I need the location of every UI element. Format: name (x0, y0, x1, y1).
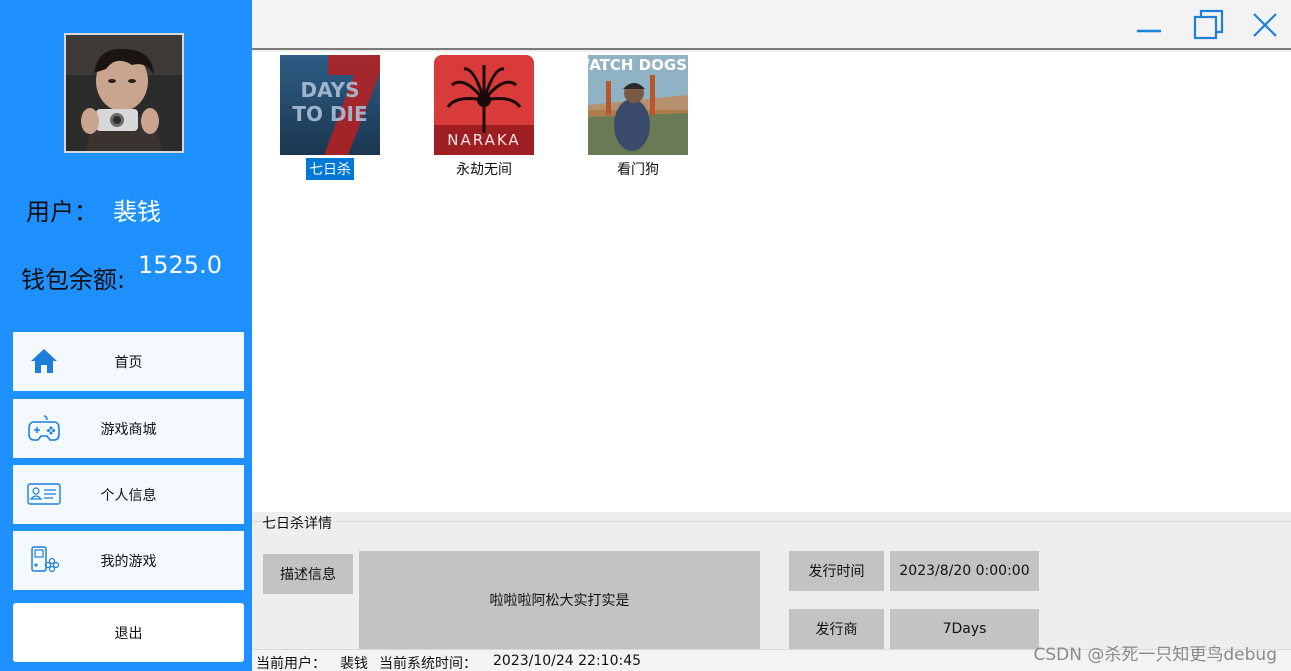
game-name: 七日杀 (306, 158, 354, 180)
game-cover-watch-dogs-2: WATCH DOGS 2 (588, 55, 688, 155)
game-item-naraka[interactable]: NARAKA 永劫无间 (434, 55, 534, 180)
game-item-7-days-to-die[interactable]: DAYS TO DIE 七日杀 (280, 55, 380, 180)
current-time-value: 2023/10/24 22:10:45 (493, 653, 642, 669)
nav-store-button[interactable]: 游戏商城 (13, 399, 244, 458)
close-button[interactable] (1248, 10, 1282, 44)
svg-text:NARAKA: NARAKA (447, 131, 520, 149)
nav-store-label: 游戏商城 (100, 422, 157, 438)
publisher-label: 发行商 (789, 609, 884, 649)
restore-icon (1193, 9, 1225, 45)
nav-profile-label: 个人信息 (100, 488, 157, 504)
description-label: 描述信息 (263, 554, 353, 594)
maximize-button[interactable] (1192, 9, 1226, 45)
description-value: 啦啦啦阿松大实打实是 (359, 551, 760, 649)
release-date-label: 发行时间 (789, 551, 884, 591)
avatar (64, 33, 184, 153)
user-name: 裴钱 (113, 198, 161, 226)
logout-label: 退出 (114, 626, 143, 642)
game-list: DAYS TO DIE 七日杀 NARAKA 永劫无间 ATCH DOGS 看门… (252, 52, 1291, 512)
detail-panel: 七日杀详情 描述信息 啦啦啦阿松大实打实是 发行时间 2023/8/20 0:0… (252, 512, 1291, 649)
title-bar (252, 0, 1291, 50)
current-user-label: 当前用户： (256, 656, 326, 671)
detail-divider (252, 521, 1291, 522)
svg-text:DAYS: DAYS (300, 78, 359, 102)
nav-my-games-button[interactable]: 我的游戏 (13, 531, 244, 590)
game-name: 看门狗 (617, 162, 659, 178)
current-time-label: 当前系统时间： (379, 656, 477, 671)
balance-label: 钱包余额: (21, 266, 126, 294)
game-cover-7-days-to-die: DAYS TO DIE (280, 55, 380, 155)
svg-text:TO DIE: TO DIE (292, 102, 367, 126)
game-platform-window: 用户： 裴钱 钱包余额: 1525.0 首页 游戏商城 个人信息 我的游戏 退出… (0, 0, 1291, 671)
game-name: 永劫无间 (456, 162, 512, 178)
watermark: CSDN @杀死一只知更鸟debug (1033, 645, 1277, 665)
nav-home-label: 首页 (114, 355, 143, 371)
detail-title: 七日杀详情 (262, 513, 336, 533)
minimize-icon (1136, 12, 1162, 42)
nav-profile-button[interactable]: 个人信息 (13, 465, 244, 524)
svg-text:WATCH DOGS 2: WATCH DOGS 2 (588, 56, 688, 74)
nav-home-button[interactable]: 首页 (13, 332, 244, 391)
publisher-value: 7Days (890, 609, 1039, 649)
balance-value: 1525.0 (138, 251, 222, 279)
user-label: 用户： (26, 198, 98, 226)
game-item-watch-dogs-2[interactable]: WATCH DOGS 2 看门狗 (588, 55, 688, 180)
close-icon (1251, 11, 1279, 43)
logout-button[interactable]: 退出 (13, 603, 244, 662)
minimize-button[interactable] (1132, 10, 1166, 44)
nav-my-games-label: 我的游戏 (100, 554, 157, 570)
release-date-value: 2023/8/20 0:00:00 (890, 551, 1039, 591)
sidebar: 用户： 裴钱 钱包余额: 1525.0 首页 游戏商城 个人信息 我的游戏 退出 (0, 0, 252, 671)
game-cover-naraka: NARAKA (434, 55, 534, 155)
current-user-value: 裴钱 (340, 656, 368, 671)
